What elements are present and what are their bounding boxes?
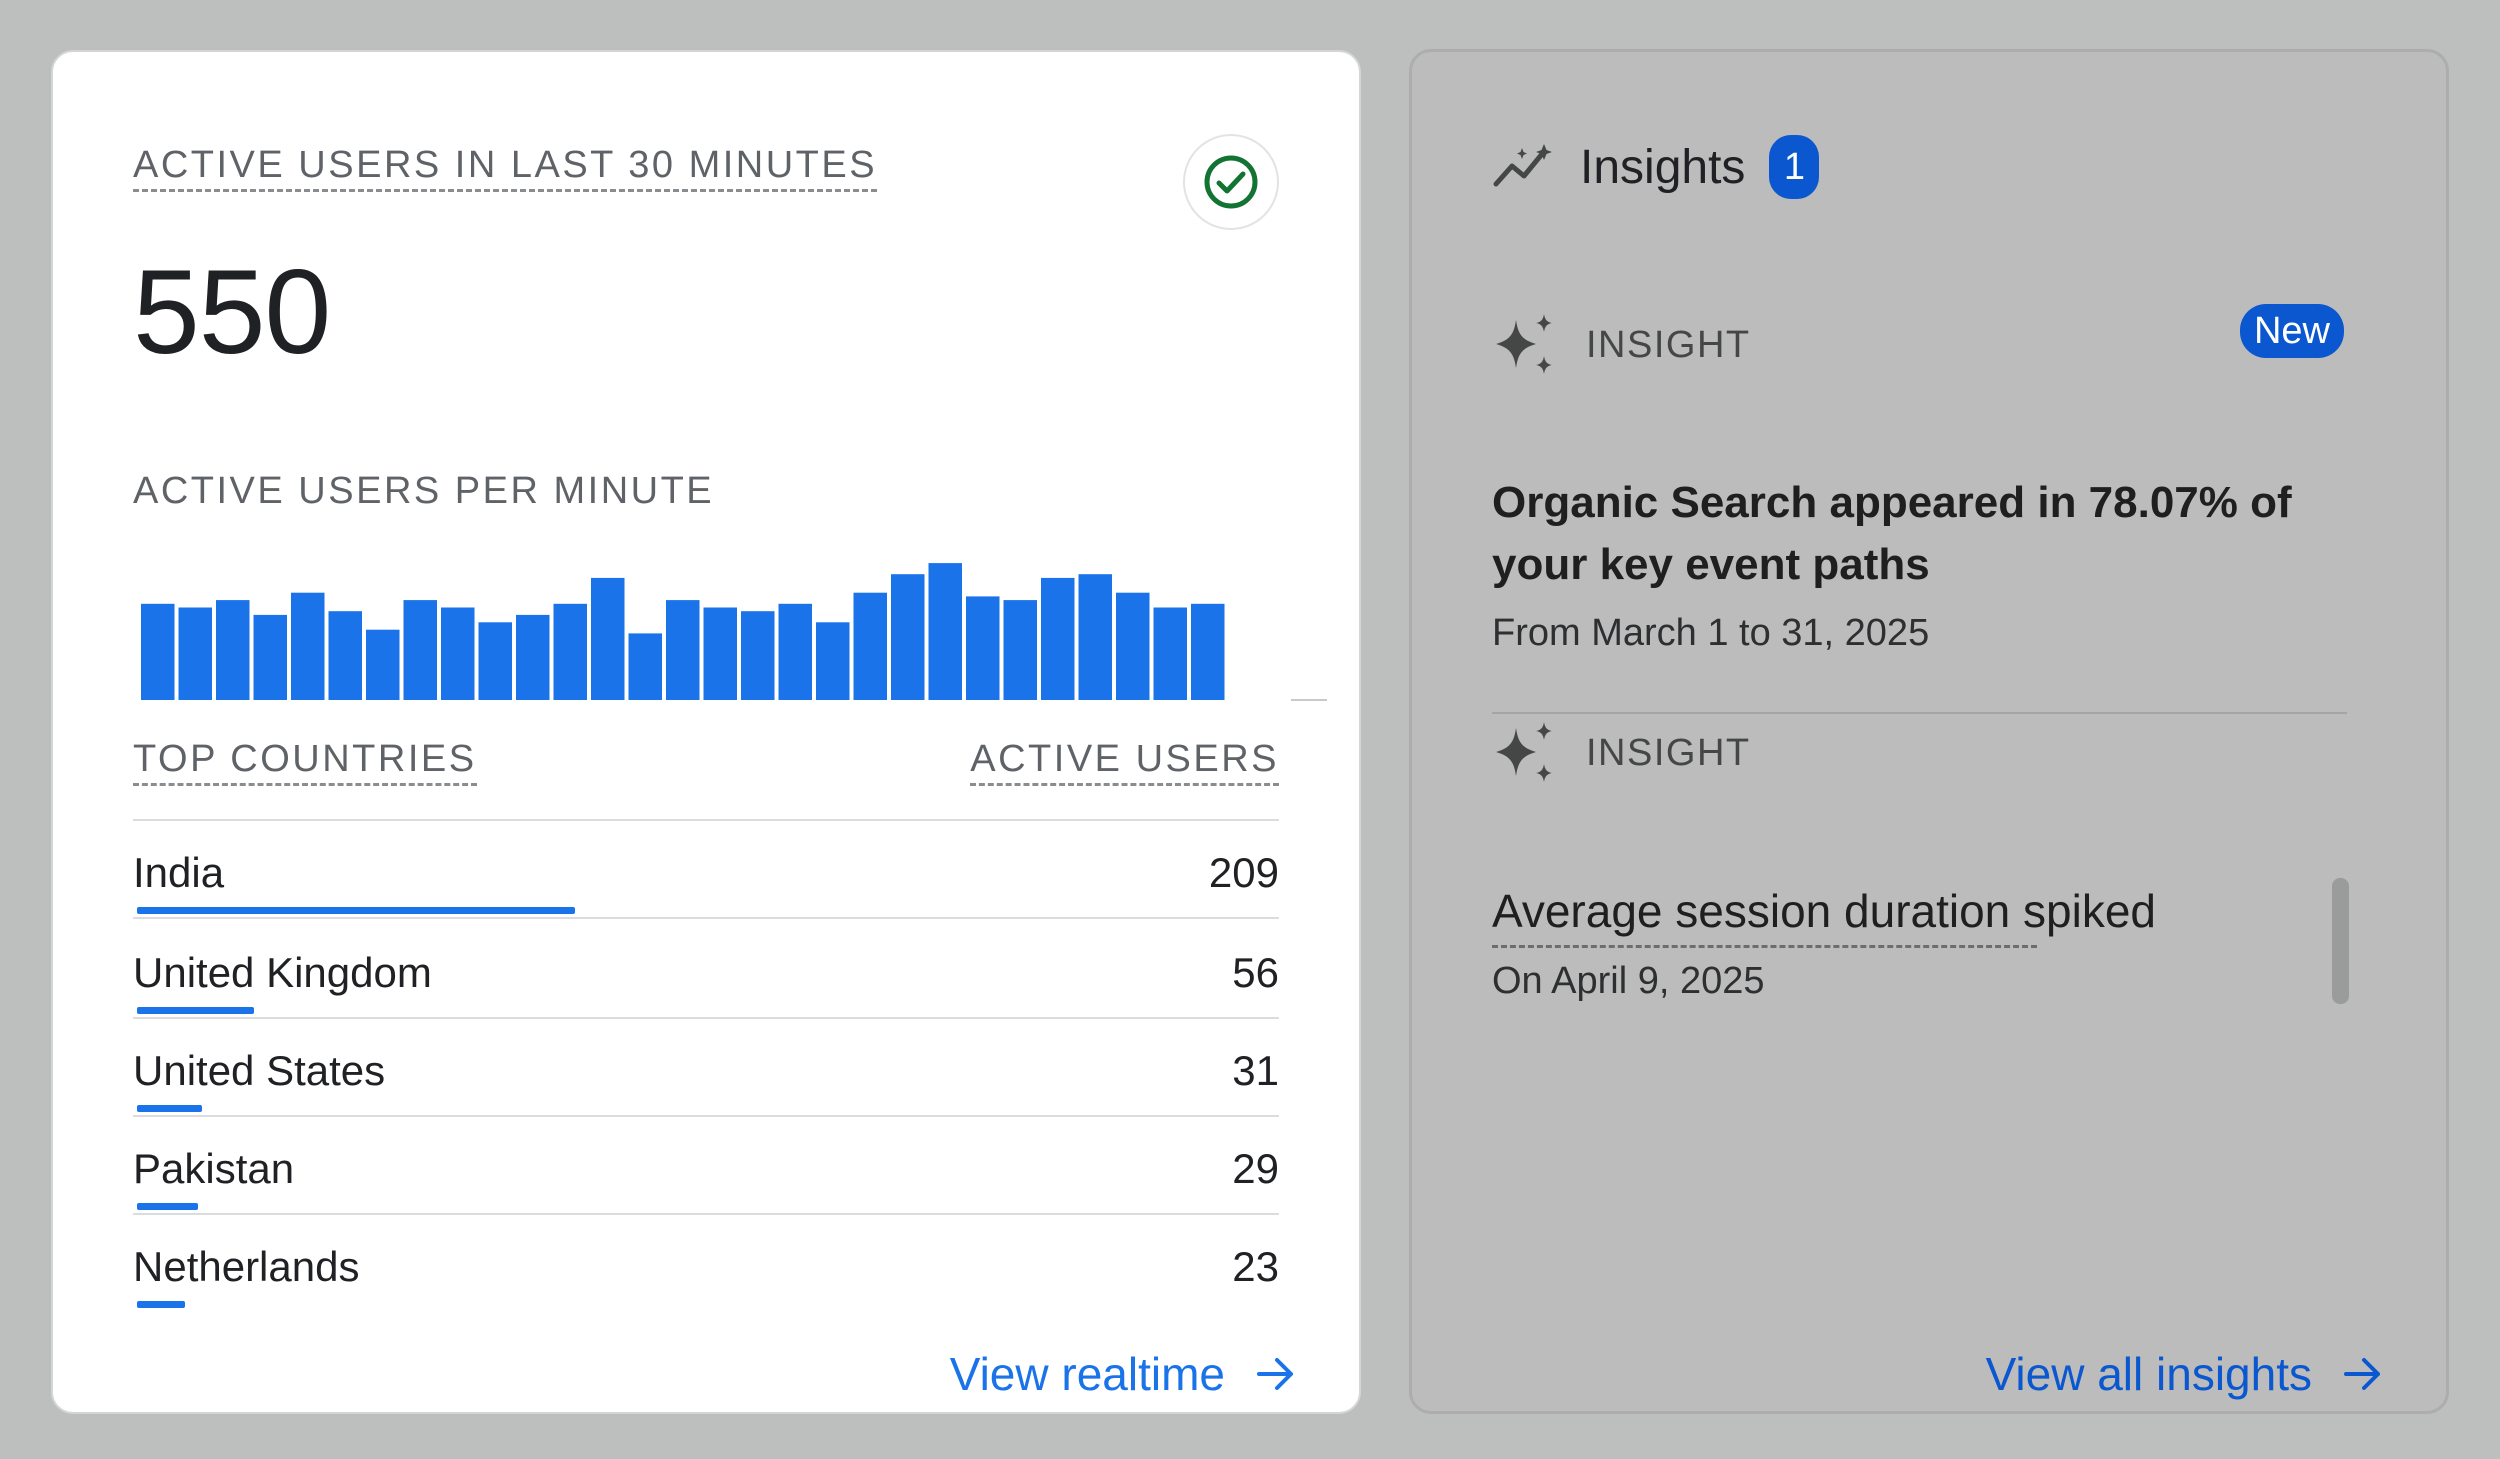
top-countries-header[interactable]: TOP COUNTRIES xyxy=(133,738,477,786)
chart-bar[interactable] xyxy=(516,614,550,700)
insight-date: On April 9, 2025 xyxy=(1492,960,1765,1002)
country-share-bar xyxy=(137,1105,202,1112)
chart-bar[interactable] xyxy=(741,611,775,700)
chart-bar[interactable] xyxy=(441,607,475,701)
country-row[interactable]: Netherlands 23 xyxy=(133,1215,1279,1313)
chart-bar[interactable] xyxy=(628,633,663,700)
country-name: United Kingdom xyxy=(133,949,432,996)
country-name: Pakistan xyxy=(133,1145,295,1192)
chart-bar[interactable] xyxy=(366,629,400,700)
insights-card: Insights 1 INSIGHT New Organic Search ap… xyxy=(1409,49,2449,1414)
country-value: 31 xyxy=(1232,1047,1279,1094)
chart-bar[interactable] xyxy=(1003,600,1038,700)
country-name: Netherlands xyxy=(133,1243,360,1290)
chart-bar[interactable] xyxy=(703,607,738,701)
country-share-bar xyxy=(137,1203,198,1210)
bars-group xyxy=(141,563,1225,700)
chart-bar[interactable] xyxy=(291,592,325,700)
insights-count-badge: 1 xyxy=(1769,135,1820,199)
view-realtime-link[interactable]: View realtime xyxy=(950,1347,1297,1401)
chart-bar[interactable] xyxy=(891,574,925,700)
scrollbar-thumb[interactable] xyxy=(2332,878,2349,1004)
insight-header: INSIGHT xyxy=(1492,312,1751,378)
chart-bar[interactable] xyxy=(478,622,513,700)
insight-underline xyxy=(1492,945,2037,948)
check-circle-icon[interactable] xyxy=(1183,134,1279,230)
active-users-title[interactable]: ACTIVE USERS IN LAST 30 MINUTES xyxy=(133,144,878,192)
insights-title: Insights xyxy=(1580,140,1746,194)
insights-header: Insights 1 xyxy=(1492,135,1820,199)
country-share-bar xyxy=(137,1301,185,1308)
insight-label: INSIGHT xyxy=(1586,323,1751,366)
chart-bar[interactable] xyxy=(328,611,363,700)
country-value: 29 xyxy=(1232,1145,1279,1192)
chart-bar[interactable] xyxy=(853,592,888,700)
country-row[interactable]: United Kingdom 56 xyxy=(133,921,1279,1019)
country-row[interactable]: Pakistan 29 xyxy=(133,1117,1279,1215)
chart-bar[interactable] xyxy=(253,614,288,700)
country-name: India xyxy=(133,849,225,896)
insight-text[interactable]: Organic Search appeared in 78.07% of you… xyxy=(1492,472,2352,596)
chart-bar[interactable] xyxy=(553,603,588,700)
insight-header: INSIGHT xyxy=(1492,720,1751,786)
chart-bar[interactable] xyxy=(1116,592,1150,700)
country-value: 56 xyxy=(1232,949,1279,996)
chart-bar[interactable] xyxy=(141,603,175,700)
arrow-right-icon xyxy=(1257,1358,1293,1390)
chart-bar[interactable] xyxy=(1078,574,1113,700)
country-name: United States xyxy=(133,1047,386,1094)
chart-bar[interactable] xyxy=(403,600,438,700)
chart-bar[interactable] xyxy=(591,577,625,700)
country-value: 23 xyxy=(1232,1243,1279,1290)
chart-bar[interactable] xyxy=(966,596,1000,700)
chart-bar[interactable] xyxy=(778,603,813,700)
chart-bar[interactable] xyxy=(1191,603,1225,700)
view-all-insights-label: View all insights xyxy=(1985,1348,2312,1400)
chart-bar[interactable] xyxy=(216,600,250,700)
arrow-right-icon xyxy=(2344,1358,2380,1390)
insight-divider xyxy=(1492,712,2347,714)
new-badge: New xyxy=(2239,304,2344,358)
chart-bar[interactable] xyxy=(1041,577,1075,700)
view-all-insights-link[interactable]: View all insights xyxy=(1986,1347,2384,1401)
realtime-card: ACTIVE USERS IN LAST 30 MINUTES 550 ACTI… xyxy=(51,50,1361,1414)
country-row[interactable]: India 209 xyxy=(133,821,1279,919)
trending-insights-icon xyxy=(1493,144,1552,187)
sparkle-icon xyxy=(1496,314,1552,374)
active-users-count: 550 xyxy=(133,245,331,379)
chart-bar[interactable] xyxy=(666,600,700,700)
country-share-bar xyxy=(137,907,575,914)
insight-date: From March 1 to 31, 2025 xyxy=(1492,612,1930,654)
country-share-bar xyxy=(137,1007,254,1014)
chart-bar[interactable] xyxy=(816,622,850,700)
per-minute-bar-chart xyxy=(141,563,1327,701)
view-realtime-label: View realtime xyxy=(949,1348,1225,1400)
insight-label: INSIGHT xyxy=(1586,731,1751,774)
per-minute-title: ACTIVE USERS PER MINUTE xyxy=(133,470,715,512)
country-row[interactable]: United States 31 xyxy=(133,1019,1279,1117)
row-divider xyxy=(133,917,1279,919)
country-value: 209 xyxy=(1208,849,1279,896)
sparkle-icon xyxy=(1496,722,1552,782)
insight-text[interactable]: Average session duration spiked xyxy=(1492,884,2156,938)
chart-bar[interactable] xyxy=(178,607,213,701)
active-users-header[interactable]: ACTIVE USERS xyxy=(970,738,1279,786)
chart-bar[interactable] xyxy=(928,563,963,700)
chart-bar[interactable] xyxy=(1153,607,1188,701)
